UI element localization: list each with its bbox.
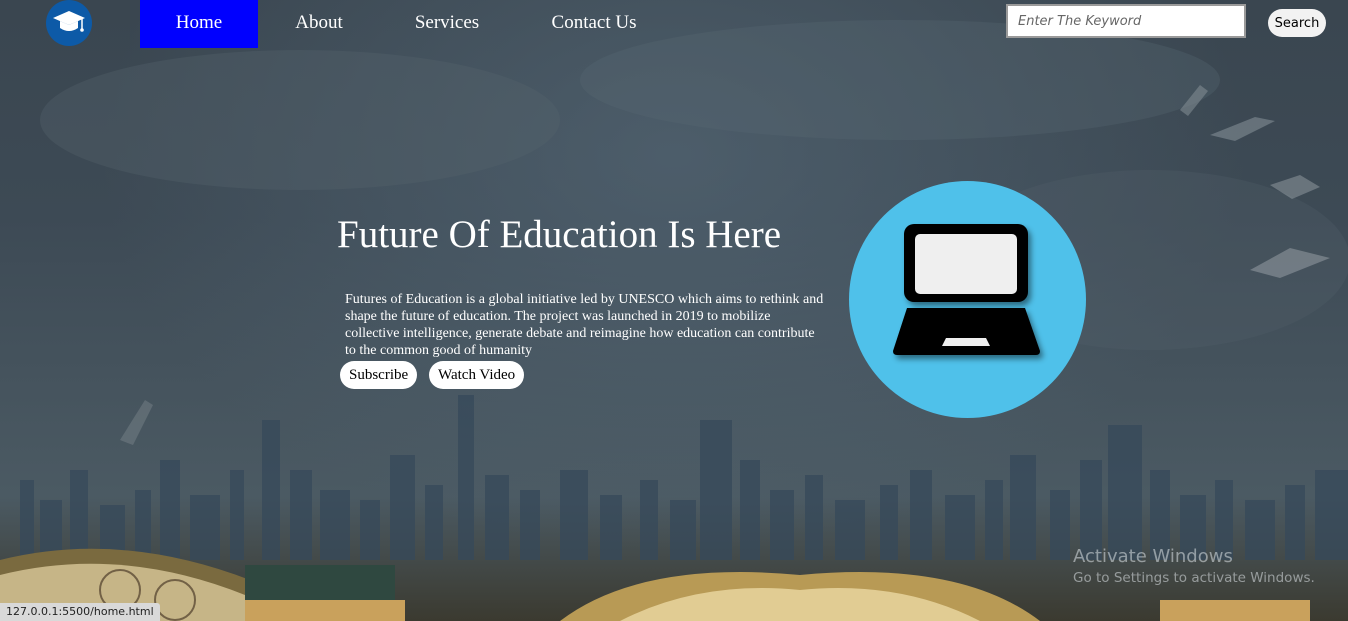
watermark-title: Activate Windows xyxy=(1073,546,1233,567)
search-input[interactable] xyxy=(1006,4,1246,38)
hero-description: Futures of Education is a global initiat… xyxy=(345,292,824,358)
watermark-subtitle: Go to Settings to activate Windows. xyxy=(1073,570,1315,586)
nav-services[interactable]: Services xyxy=(400,0,494,48)
nav-about[interactable]: About xyxy=(272,0,366,48)
laptop-icon xyxy=(893,224,1040,355)
activate-windows-watermark: Activate Windows Go to Settings to activ… xyxy=(1073,546,1315,586)
nav-contact-us[interactable]: Contact Us xyxy=(538,0,650,48)
search-button[interactable]: Search xyxy=(1268,9,1326,37)
watch-video-button[interactable]: Watch Video xyxy=(429,361,525,389)
logo[interactable] xyxy=(46,0,92,46)
status-bar-url: 127.0.0.1:5500/home.html xyxy=(0,603,160,621)
hero-title: Future Of Education Is Here xyxy=(337,213,782,256)
nav-home[interactable]: Home xyxy=(140,0,258,48)
graduation-cap-icon xyxy=(53,11,85,32)
subscribe-button[interactable]: Subscribe xyxy=(340,361,418,389)
hero-image xyxy=(849,181,1086,418)
